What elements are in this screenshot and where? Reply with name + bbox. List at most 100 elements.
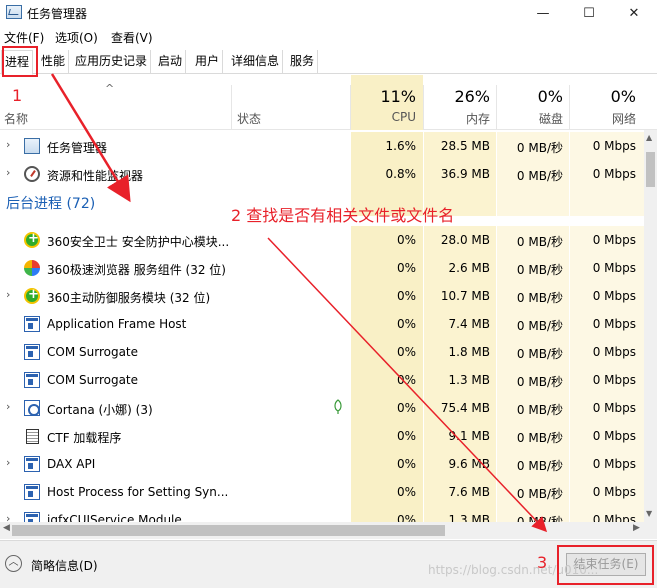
tab-app-history[interactable]: 应用历史记录 bbox=[72, 50, 152, 74]
process-name: 360安全卫士 安全防护中心模块... bbox=[47, 235, 230, 249]
cpu-value: 0.8% bbox=[385, 167, 417, 181]
vertical-scrollbar[interactable]: ▲ ▼ bbox=[644, 130, 657, 522]
cpu-value: 1.6% bbox=[385, 139, 417, 153]
disk-value: 0 MB/秒 bbox=[516, 141, 563, 155]
memory-value: 7.6 MB bbox=[448, 485, 490, 499]
memory-value: 1.8 MB bbox=[448, 345, 490, 359]
column-memory[interactable]: 内存 bbox=[420, 110, 490, 127]
table-row[interactable]: › 资源和性能监视器 0.8% 36.9 MB 0 MB/秒 0 Mbps bbox=[0, 160, 644, 188]
disk-value: 0 MB/秒 bbox=[516, 169, 563, 183]
expand-chevron-icon[interactable]: › bbox=[6, 456, 10, 469]
cpu-value: 0% bbox=[396, 233, 416, 247]
column-network-pct[interactable]: 0% bbox=[566, 87, 636, 106]
column-network[interactable]: 网络 bbox=[566, 110, 636, 127]
process-name: COM Surrogate bbox=[47, 373, 139, 387]
column-cpu-pct[interactable]: 11% bbox=[346, 87, 416, 106]
memory-value: 1.3 MB bbox=[448, 513, 490, 522]
menu-view[interactable]: 查看(V) bbox=[111, 29, 153, 46]
process-name: Host Process for Setting Syn... bbox=[47, 485, 229, 499]
window-icon bbox=[24, 512, 40, 522]
disk-value: 0 MB/秒 bbox=[516, 431, 563, 445]
memory-value: 75.4 MB bbox=[440, 401, 490, 415]
process-name: 360主动防御服务模块 (32 位) bbox=[47, 291, 211, 305]
maximize-button[interactable]: ☐ bbox=[566, 0, 612, 26]
cpu-value: 0% bbox=[396, 373, 416, 387]
tab-details[interactable]: 详细信息 bbox=[228, 50, 284, 74]
tab-startup[interactable]: 启动 bbox=[155, 50, 187, 74]
memory-value: 9.6 MB bbox=[448, 457, 490, 471]
brief-info-link[interactable]: 简略信息(D) bbox=[31, 557, 98, 574]
table-row[interactable]: › DAX API 0% 9.6 MB 0 MB/秒 0 Mbps bbox=[0, 450, 644, 478]
table-row[interactable]: › 任务管理器 1.6% 28.5 MB 0 MB/秒 0 Mbps bbox=[0, 132, 644, 160]
table-row[interactable]: Application Frame Host 0% 7.4 MB 0 MB/秒 0 Mb… bbox=[0, 310, 644, 338]
network-value: 0 Mbps bbox=[592, 345, 636, 359]
collapse-up-icon[interactable]: ︿ bbox=[5, 555, 22, 572]
table-row[interactable]: COM Surrogate 0% 1.8 MB 0 MB/秒 0 Mbps bbox=[0, 338, 644, 366]
horizontal-scroll-thumb[interactable] bbox=[12, 525, 445, 536]
disk-value: 0 MB/秒 bbox=[516, 263, 563, 277]
horizontal-scrollbar[interactable]: ◀ ▶ bbox=[0, 522, 657, 539]
window-icon bbox=[24, 456, 40, 472]
network-value: 0 Mbps bbox=[592, 139, 636, 153]
cpu-value: 0% bbox=[396, 317, 416, 331]
browser-icon bbox=[24, 260, 40, 276]
network-value: 0 Mbps bbox=[592, 317, 636, 331]
scroll-right-icon[interactable]: ▶ bbox=[633, 523, 640, 533]
table-row[interactable]: Host Process for Setting Syn... 0% 7.6 MB 0… bbox=[0, 478, 644, 506]
memory-value: 7.4 MB bbox=[448, 317, 490, 331]
tab-services[interactable]: 服务 bbox=[287, 50, 319, 74]
menu-file[interactable]: 文件(F) bbox=[4, 29, 44, 46]
table-row[interactable]: › Cortana (小娜) (3) 0% 75.4 MB 0 MB/秒 0 Mbps bbox=[0, 394, 644, 422]
disk-value: 0 MB/秒 bbox=[516, 515, 563, 522]
column-memory-pct[interactable]: 26% bbox=[420, 87, 490, 106]
column-name[interactable]: 名称 bbox=[4, 110, 28, 127]
tab-bar: 进程 性能 应用历史记录 启动 用户 详细信息 服务 bbox=[0, 50, 657, 75]
window-icon bbox=[24, 484, 40, 500]
network-value: 0 Mbps bbox=[592, 167, 636, 181]
memory-value: 28.0 MB bbox=[440, 233, 490, 247]
360-icon bbox=[24, 231, 40, 248]
expand-chevron-icon[interactable]: › bbox=[6, 400, 10, 413]
annotation-step3: 3 bbox=[537, 553, 548, 572]
tab-users[interactable]: 用户 bbox=[192, 50, 224, 74]
column-cpu[interactable]: CPU bbox=[346, 110, 416, 124]
process-name: igfxCUIService Module bbox=[47, 513, 182, 522]
taskmgr-icon bbox=[24, 138, 40, 154]
memory-value: 36.9 MB bbox=[440, 167, 490, 181]
scroll-down-icon[interactable]: ▼ bbox=[646, 509, 652, 518]
menu-options[interactable]: 选项(O) bbox=[55, 29, 98, 46]
memory-value: 10.7 MB bbox=[440, 289, 490, 303]
table-row[interactable]: 360极速浏览器 服务组件 (32 位) 0% 2.6 MB 0 MB/秒 0 Mbps bbox=[0, 254, 644, 282]
expand-chevron-icon[interactable]: › bbox=[6, 288, 10, 301]
annotation-step2: 2 查找是否有相关文件或文件名 bbox=[231, 206, 455, 225]
scroll-left-icon[interactable]: ◀ bbox=[3, 523, 10, 533]
process-name: 任务管理器 bbox=[47, 141, 108, 155]
process-name: Cortana (小娜) (3) bbox=[47, 403, 153, 417]
column-disk-pct[interactable]: 0% bbox=[493, 87, 563, 106]
cpu-value: 0% bbox=[396, 513, 416, 522]
tab-performance[interactable]: 性能 bbox=[38, 50, 70, 74]
expand-chevron-icon[interactable]: › bbox=[6, 138, 10, 151]
disk-value: 0 MB/秒 bbox=[516, 291, 563, 305]
window-title: 任务管理器 bbox=[27, 7, 88, 21]
cpu-value: 0% bbox=[396, 345, 416, 359]
minimize-button[interactable]: — bbox=[520, 0, 566, 26]
expand-chevron-icon[interactable]: › bbox=[6, 512, 10, 522]
scroll-up-icon[interactable]: ▲ bbox=[646, 133, 652, 142]
table-row[interactable]: › igfxCUIService Module 0% 1.3 MB 0 MB/秒 0 Mb… bbox=[0, 506, 644, 522]
memory-value: 2.6 MB bbox=[448, 261, 490, 275]
network-value: 0 Mbps bbox=[592, 401, 636, 415]
table-row[interactable]: › 360主动防御服务模块 (32 位) 0% 10.7 MB 0 MB/秒 0 Mbps bbox=[0, 282, 644, 310]
column-status[interactable]: 状态 bbox=[237, 110, 261, 127]
table-row[interactable]: 360安全卫士 安全防护中心模块... 0% 28.0 MB 0 MB/秒 0 Mbps bbox=[0, 226, 644, 254]
column-disk[interactable]: 磁盘 bbox=[493, 110, 563, 127]
network-value: 0 Mbps bbox=[592, 289, 636, 303]
expand-chevron-icon[interactable]: › bbox=[6, 166, 10, 179]
table-row[interactable]: COM Surrogate 0% 1.3 MB 0 MB/秒 0 Mbps bbox=[0, 366, 644, 394]
disk-value: 0 MB/秒 bbox=[516, 487, 563, 501]
vertical-scroll-thumb[interactable] bbox=[646, 152, 655, 187]
process-name: 360极速浏览器 服务组件 (32 位) bbox=[47, 263, 226, 277]
close-button[interactable]: ✕ bbox=[611, 0, 657, 26]
table-row[interactable]: CTF 加载程序 0% 9.1 MB 0 MB/秒 0 Mbps bbox=[0, 422, 644, 450]
resmon-icon bbox=[24, 166, 40, 182]
